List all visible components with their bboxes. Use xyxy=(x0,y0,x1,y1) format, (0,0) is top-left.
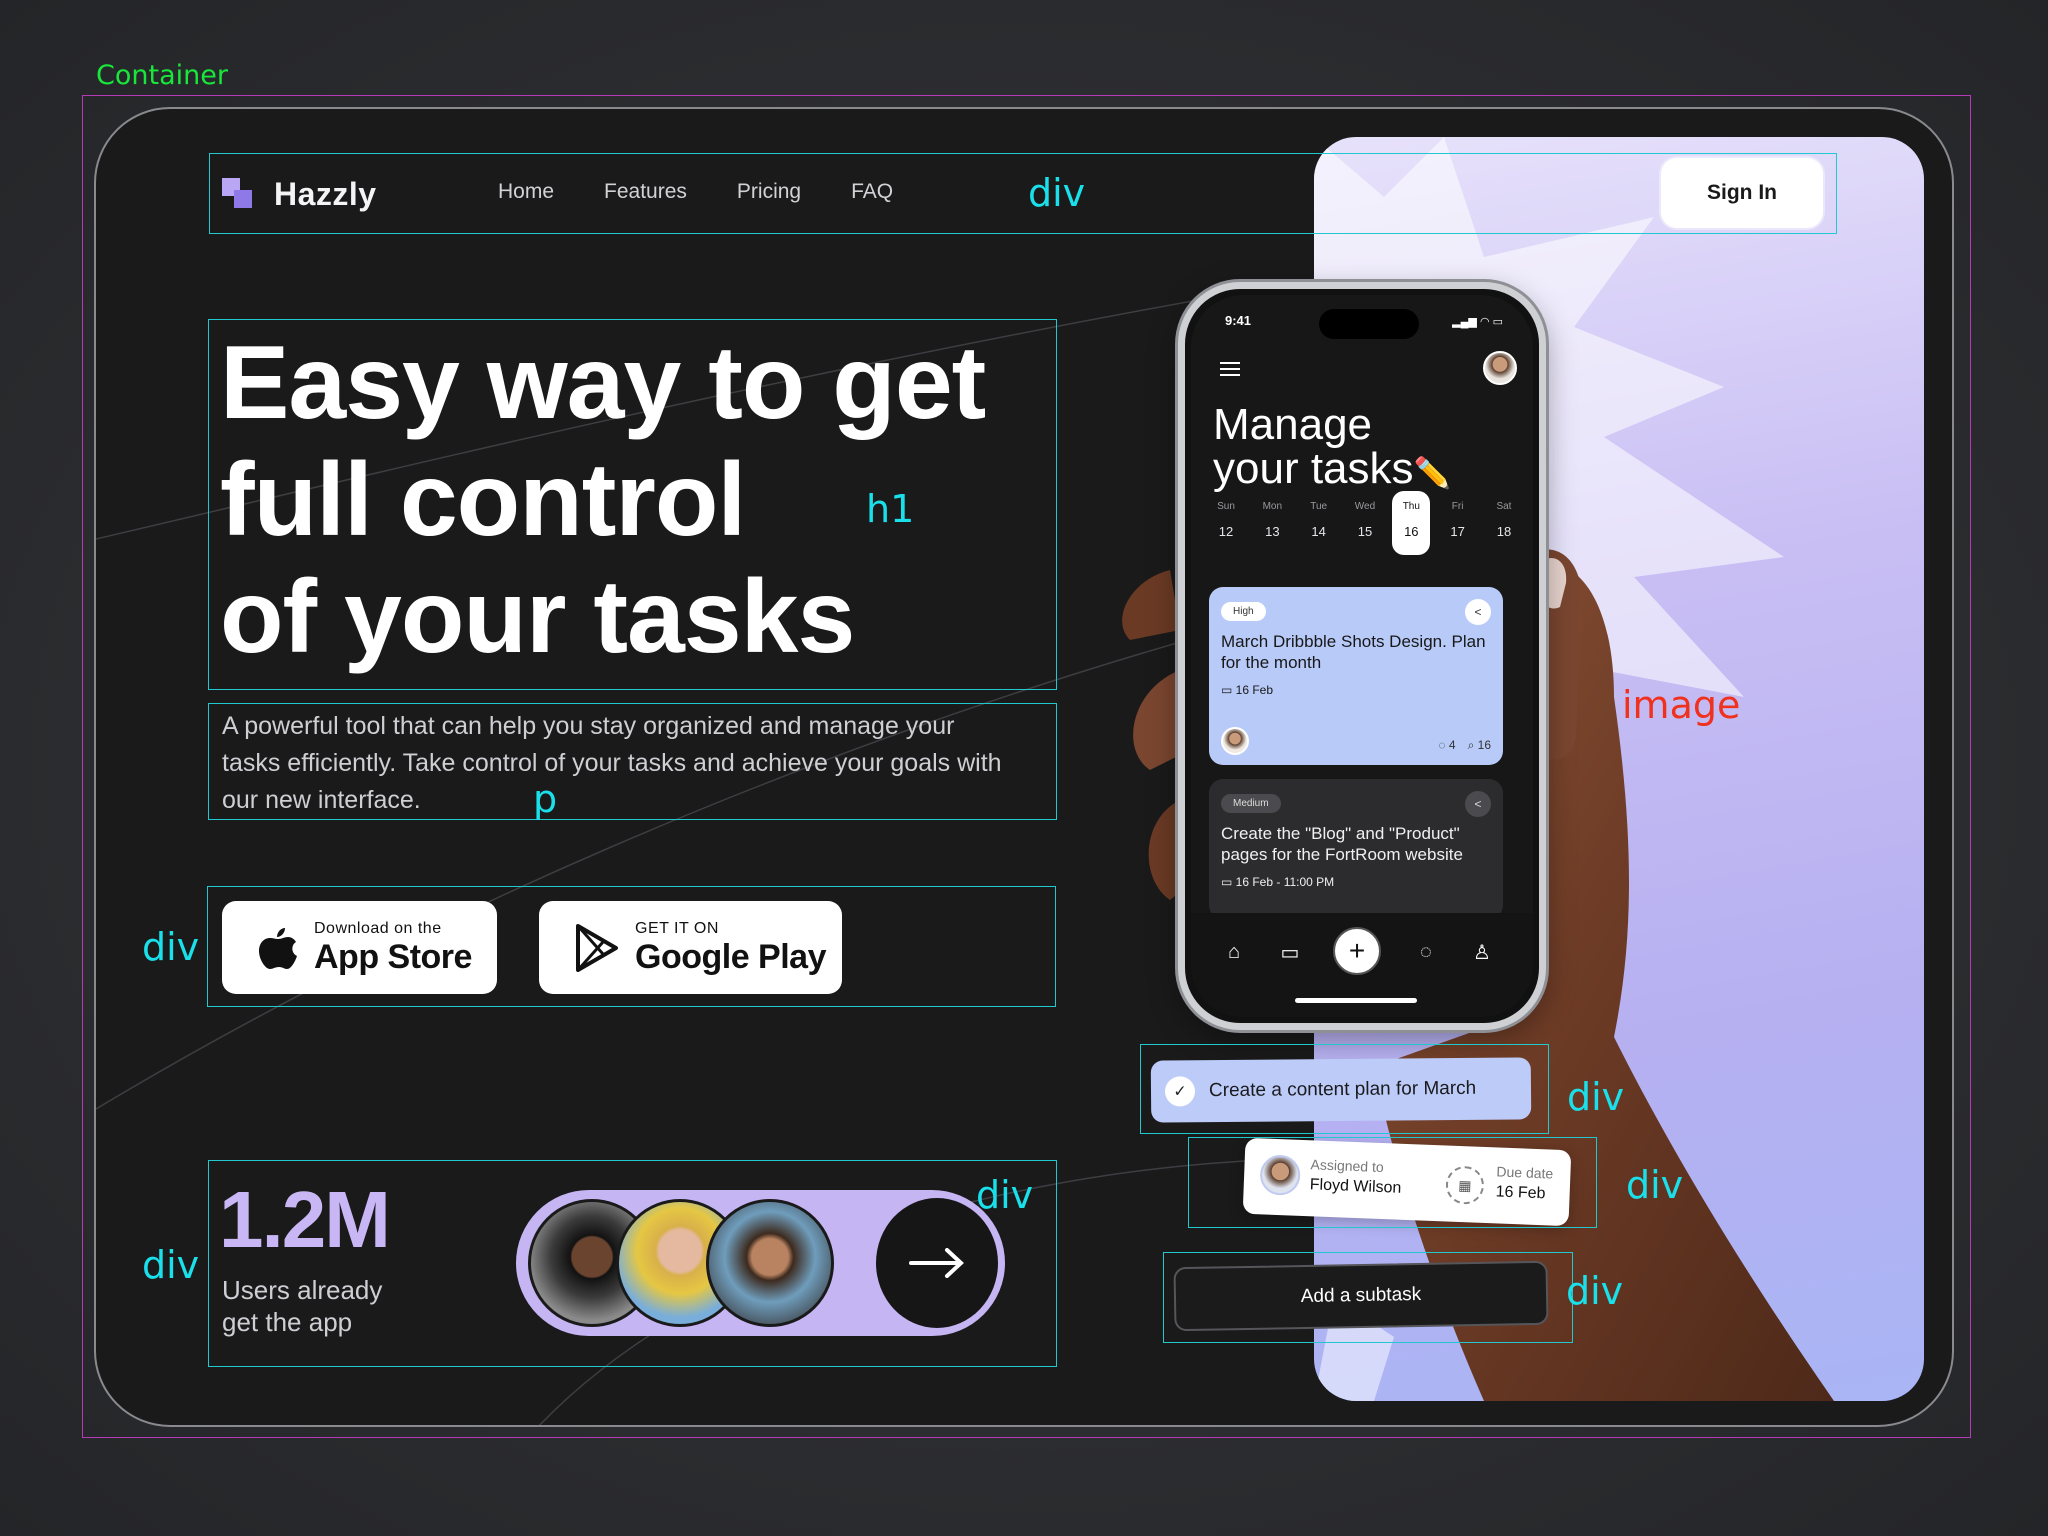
stats-annotation-box xyxy=(208,1160,1057,1367)
subtask-annotation-label: div xyxy=(1566,1269,1624,1313)
assign-annotation-box xyxy=(1188,1137,1597,1228)
h1-annotation-label: h1 xyxy=(866,487,915,531)
p-annotation-label: p xyxy=(533,777,558,821)
subtask-annotation-box xyxy=(1163,1252,1573,1343)
p-annotation-box xyxy=(208,703,1057,820)
nav-annotation-box xyxy=(209,153,1837,234)
image-annotation-label: image xyxy=(1622,683,1741,727)
h1-annotation-box xyxy=(208,319,1057,690)
stats-inner-annotation-label: div xyxy=(976,1173,1034,1217)
content-plan-annotation-box xyxy=(1140,1044,1549,1134)
buttons-annotation-label: div xyxy=(142,925,200,969)
content-plan-annotation-label: div xyxy=(1567,1075,1625,1119)
assign-annotation-label: div xyxy=(1626,1163,1684,1207)
stats-annotation-label: div xyxy=(142,1243,200,1287)
buttons-annotation-box xyxy=(207,886,1056,1007)
container-annotation-label: Container xyxy=(96,60,228,91)
nav-annotation-label: div xyxy=(1028,171,1086,215)
